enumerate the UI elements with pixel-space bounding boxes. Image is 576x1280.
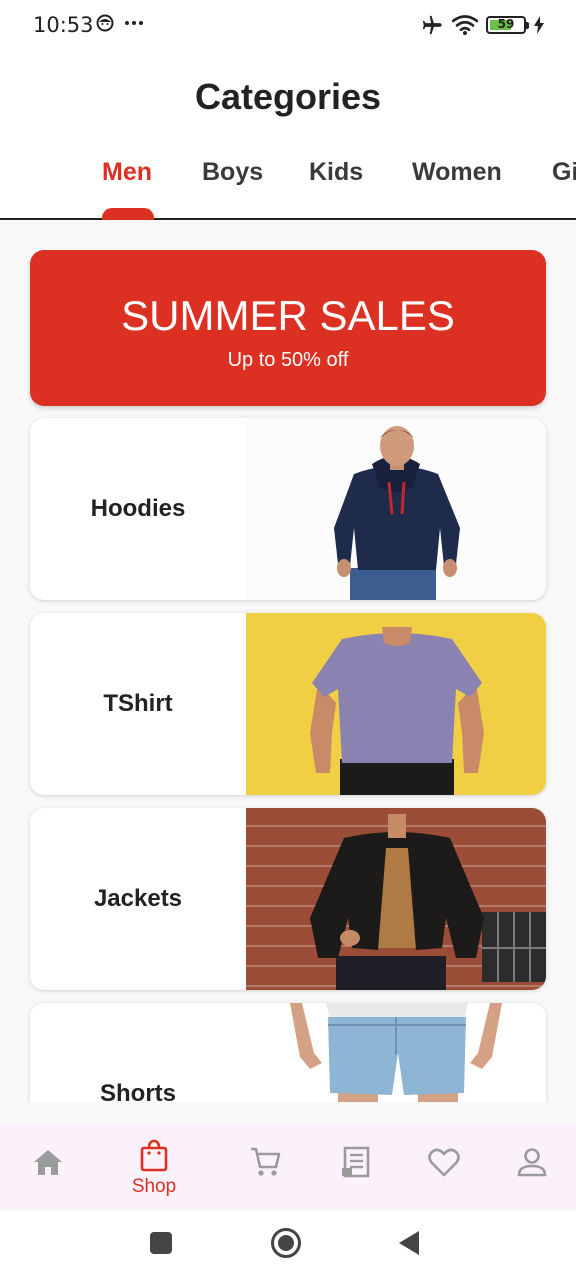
- airplane-icon: [422, 15, 442, 35]
- status-time: 10:53: [33, 13, 94, 37]
- active-tab-indicator: [102, 208, 154, 220]
- category-label: Shorts: [99, 1080, 176, 1102]
- nav-home[interactable]: [0, 1124, 96, 1210]
- shorts-product-image: [246, 1003, 546, 1102]
- tab-girls[interactable]: Gi: [552, 158, 576, 187]
- charging-bolt-icon: [534, 16, 544, 34]
- category-card-tshirt[interactable]: TShirt: [30, 613, 546, 795]
- category-label: TShirt: [103, 690, 173, 717]
- tshirt-product-image: [246, 613, 546, 795]
- jacket-product-image: [246, 808, 546, 990]
- category-label: Hoodies: [90, 495, 186, 522]
- promo-title: SUMMER SALES: [121, 292, 455, 339]
- nav-shop-label: Shop: [131, 1176, 177, 1197]
- status-bar: 10:53 59: [0, 0, 576, 52]
- tab-men[interactable]: Men: [102, 158, 152, 187]
- category-label: Jackets: [93, 885, 183, 912]
- category-list[interactable]: SUMMER SALES Up to 50% off Hoodies TShir…: [0, 222, 576, 1102]
- promo-subtitle: Up to 50% off: [227, 349, 349, 371]
- status-right-icons: 59: [420, 14, 544, 36]
- nav-orders[interactable]: [308, 1124, 404, 1210]
- summer-sales-banner[interactable]: SUMMER SALES Up to 50% off: [30, 250, 546, 406]
- home-circle-icon[interactable]: [270, 1227, 302, 1259]
- profile-icon: [517, 1148, 547, 1177]
- nav-profile[interactable]: [484, 1124, 576, 1210]
- cart-icon: [251, 1147, 281, 1176]
- category-tabs: Men Boys Kids Women Gi: [0, 158, 576, 218]
- wifi-icon: [452, 15, 478, 35]
- tab-boys[interactable]: Boys: [202, 158, 263, 187]
- face-icon: [96, 14, 114, 32]
- bottom-navigation: Shop: [0, 1124, 576, 1210]
- nav-favorites[interactable]: [396, 1124, 492, 1210]
- home-icon: [34, 1150, 62, 1175]
- back-triangle-icon[interactable]: [397, 1230, 421, 1256]
- category-card-jackets[interactable]: Jackets: [30, 808, 546, 990]
- hoodie-product-image: [246, 418, 546, 600]
- heart-icon: [428, 1148, 460, 1177]
- more-dots-icon: [125, 21, 143, 25]
- header: Categories Men Boys Kids Women Gi: [0, 52, 576, 220]
- battery-level: 59: [497, 17, 515, 31]
- category-card-shorts[interactable]: Shorts: [30, 1003, 546, 1102]
- tab-kids[interactable]: Kids: [309, 158, 363, 187]
- tab-women[interactable]: Women: [412, 158, 502, 187]
- receipt-icon: [342, 1146, 370, 1178]
- page-title: Categories: [194, 76, 382, 117]
- battery-cap: [526, 22, 529, 29]
- recent-apps-icon[interactable]: [149, 1231, 173, 1255]
- nav-cart[interactable]: [218, 1124, 314, 1210]
- shopping-bag-icon: [140, 1139, 168, 1172]
- nav-shop[interactable]: Shop: [106, 1124, 202, 1210]
- category-card-hoodies[interactable]: Hoodies: [30, 418, 546, 600]
- system-navigation-bar: [0, 1210, 576, 1280]
- battery-icon: 59: [486, 16, 529, 34]
- status-left-icons: [96, 14, 144, 32]
